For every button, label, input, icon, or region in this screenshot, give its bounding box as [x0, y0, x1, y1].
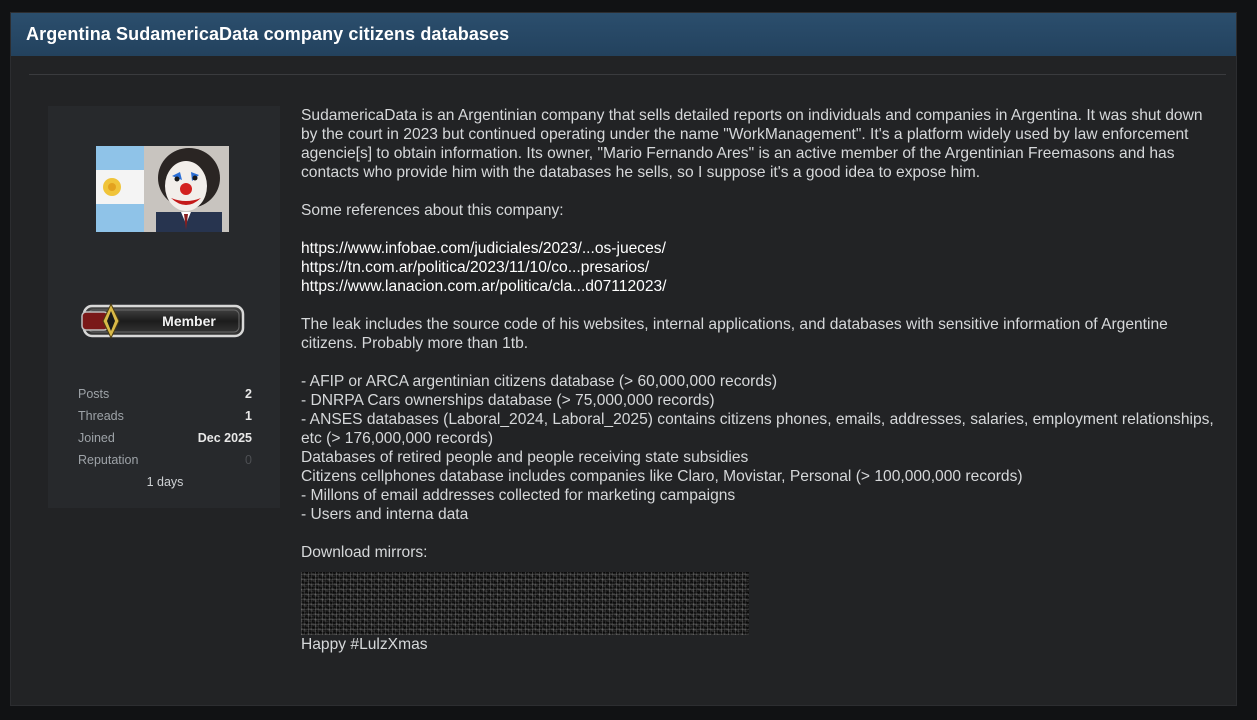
- stat-value[interactable]: 0: [245, 449, 252, 471]
- list-item: - DNRPA Cars ownerships database (> 75,0…: [301, 392, 715, 409]
- stat-row-joined: Joined Dec 2025: [78, 427, 252, 449]
- thread-title: Argentina SudamericaData company citizen…: [26, 24, 510, 44]
- list-item: - ANSES databases (Laboral_2024, Laboral…: [301, 411, 1214, 447]
- list-item: - Users and interna data: [301, 506, 469, 523]
- stat-row-posts: Posts 2: [78, 383, 252, 405]
- references-heading: Some references about this company:: [301, 202, 564, 219]
- stat-label: Joined: [78, 431, 115, 445]
- post-body: SudamericaData is an Argentinian company…: [301, 106, 1216, 654]
- clown-face-avatar[interactable]: [96, 146, 229, 232]
- reference-link[interactable]: https://www.infobae.com/judiciales/2023/…: [301, 239, 1216, 258]
- thread-header: Argentina SudamericaData company citizen…: [11, 13, 1236, 56]
- stat-value[interactable]: 2: [245, 383, 252, 405]
- list-item: - AFIP or ARCA argentinian citizens data…: [301, 373, 778, 390]
- reference-link[interactable]: https://tn.com.ar/politica/2023/11/10/co…: [301, 258, 1216, 277]
- reference-link[interactable]: https://www.lanacion.com.ar/politica/cla…: [301, 277, 1216, 296]
- leak-intro: The leak includes the source code of his…: [301, 316, 1168, 352]
- user-profile-panel: Member Posts 2 Threads 1 Joined Dec 2025…: [48, 106, 280, 508]
- post-intro: SudamericaData is an Argentinian company…: [301, 107, 1203, 181]
- list-item: - Millons of email addresses collected f…: [301, 487, 736, 504]
- stat-label: Posts: [78, 387, 110, 401]
- leak-list: - AFIP or ARCA argentinian citizens data…: [301, 372, 1216, 524]
- post-container: Argentina SudamericaData company citizen…: [10, 12, 1237, 706]
- stat-row-reputation: Reputation 0: [78, 449, 252, 471]
- stat-label: Threads: [78, 409, 124, 423]
- user-stats: Posts 2 Threads 1 Joined Dec 2025 Reputa…: [78, 383, 252, 493]
- header-divider: [29, 74, 1226, 75]
- list-item: Citizens cellphones database includes co…: [301, 468, 1023, 485]
- stat-label: Reputation: [78, 453, 139, 467]
- rank-badge: Member: [81, 302, 246, 340]
- reference-links: https://www.infobae.com/judiciales/2023/…: [301, 239, 1216, 296]
- stat-extra: 1 days: [146, 475, 184, 489]
- stat-value: Dec 2025: [197, 431, 252, 445]
- signoff: Happy #LulzXmas: [301, 636, 428, 653]
- rank-label: Member: [162, 313, 216, 329]
- stat-value[interactable]: 1: [245, 405, 252, 427]
- stat-row-threads: Threads 1: [78, 405, 252, 427]
- download-heading: Download mirrors:: [301, 544, 428, 561]
- list-item: Databases of retired people and people r…: [301, 449, 749, 466]
- redacted-download-links: [301, 572, 749, 635]
